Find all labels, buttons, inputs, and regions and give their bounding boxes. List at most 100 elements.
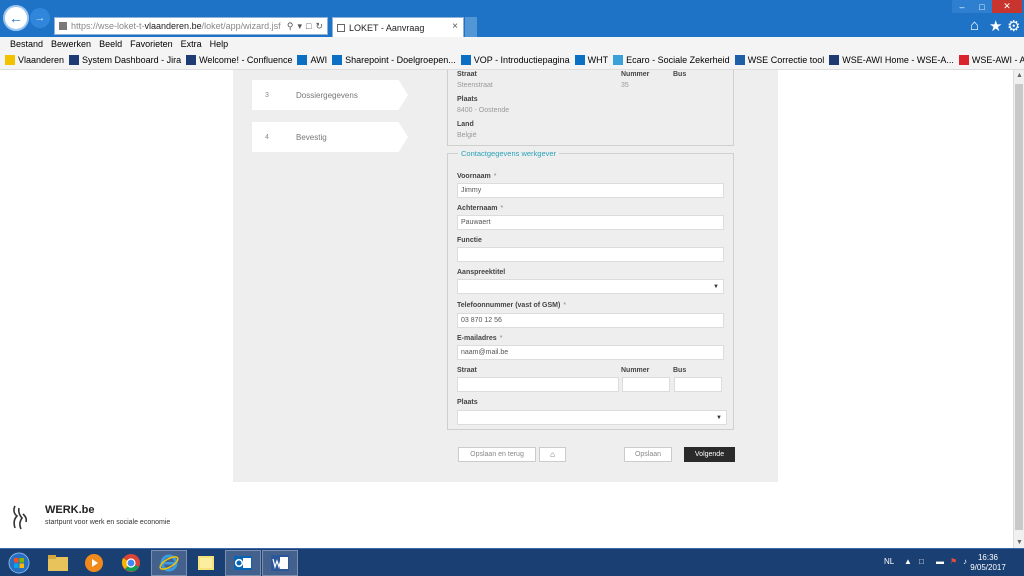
functie-label: Functie [457,237,482,244]
favorite-link[interactable]: WSE-AWI - Agile Board - ... [958,55,1024,65]
telefoon-label-text: Telefoonnummer (vast of GSM) [457,302,561,309]
menu-item-extra[interactable]: Extra [181,39,202,49]
favorite-link[interactable]: Sharepoint - Doelgroepen... [332,55,456,65]
taskbar-internet-explorer[interactable] [151,550,187,576]
taskbar-clock[interactable]: 16:36 9/05/2017 [966,553,1010,573]
taskbar-chrome[interactable] [113,550,149,576]
aanspreektitel-select[interactable]: ▼ [457,279,724,294]
star-icon[interactable]: ★ [989,17,1002,35]
contact-plaats-label: Plaats [457,399,478,406]
lock-icon[interactable]: □ [306,21,311,32]
required-mark: * [499,335,503,342]
favorite-link[interactable]: WHT [574,55,609,65]
window-maximize-button[interactable]: □ [972,0,992,13]
tray-expand-icon[interactable]: ▲ [904,557,912,566]
url-domain: vlaanderen.be [144,21,202,31]
menu-item-beeld[interactable]: Beeld [99,39,122,49]
favorite-label: WHT [587,55,609,65]
folder-icon [48,555,68,571]
next-button[interactable]: Volgende [684,447,735,462]
favorite-link[interactable]: Ecaro - Sociale Zekerheid [613,55,730,65]
menu-item-help[interactable]: Help [210,39,229,49]
taskbar-media-player[interactable] [76,550,112,576]
contact-legend: Contactgegevens werkgever [458,149,560,158]
window-close-button[interactable]: ✕ [992,0,1022,13]
achternaam-input[interactable]: Pauwaert [457,215,724,230]
voornaam-label-text: Voornaam [457,173,491,180]
voornaam-label: Voornaam * [457,173,496,180]
address-section: Straat Nummer Bus Steenstraat 35 Plaats … [447,70,734,146]
refresh-icon[interactable]: ↻ [315,21,323,32]
wizard-step-dossiergegevens[interactable]: 3 Dossiergegevens [252,80,408,110]
action-center-icon[interactable]: ⚑ [950,557,957,566]
contact-nummer-input[interactable] [622,377,670,392]
save-and-back-button[interactable]: Opslaan en terug [458,447,536,462]
nummer-label: Nummer [621,71,650,78]
language-indicator[interactable]: NL [884,557,894,566]
back-button[interactable]: ← [3,5,29,31]
tab-title: LOKET - Aanvraag [349,22,425,33]
favorite-link[interactable]: Welcome! - Confluence [186,55,292,65]
straat-value: Steenstraat [457,82,493,89]
functie-input[interactable] [457,247,724,262]
favorite-label: AWI [310,55,328,65]
lion-logo-icon [13,505,28,530]
footer-title[interactable]: WERK.be [45,504,95,516]
menu-item-bestand[interactable]: Bestand [10,39,43,49]
contact-section: Contactgegevens werkgever Voornaam * Jimm… [447,149,734,430]
favorite-label: Vlaanderen [18,55,65,65]
save-button[interactable]: Opslaan [624,447,672,462]
favorite-link[interactable]: WSE Correctie tool [734,55,824,65]
tab-loket-aanvraag[interactable]: LOKET - Aanvraag × [332,17,464,37]
tab-close-icon[interactable]: × [452,21,458,32]
scroll-down-icon[interactable]: ▼ [1016,539,1023,546]
email-input[interactable]: naam@mail.be [457,345,724,360]
dropdown-icon[interactable]: ▾ [297,21,302,32]
favorite-link[interactable]: Vlaanderen [5,55,64,65]
telefoon-input[interactable]: 03 870 12 56 [457,313,724,328]
land-value: België [457,132,477,139]
sharepoint-icon [332,55,343,65]
wizard-step-bevestig[interactable]: 4 Bevestig [252,122,408,152]
contact-bus-input[interactable] [674,377,722,392]
new-tab-button[interactable] [465,17,477,37]
search-icon[interactable]: ⚲ [287,21,294,32]
taskbar-sticky-notes[interactable] [188,550,224,576]
gear-icon[interactable]: ⚙ [1007,17,1020,35]
scroll-up-icon[interactable]: ▲ [1016,72,1023,79]
voornaam-input[interactable]: Jimmy [457,183,724,198]
contact-bus-label: Bus [673,367,687,374]
ecaro-icon [613,55,624,65]
favorite-link[interactable]: AWI [297,55,327,65]
step-number: 3 [265,91,269,99]
browser-titlebar: ← → https://wse-loket-t-vlaanderen.be/lo… [0,0,1024,37]
menu-item-bewerken[interactable]: Bewerken [51,39,91,49]
address-bar[interactable]: https://wse-loket-t-vlaanderen.be/loket/… [54,17,328,35]
favorite-label: WSE-AWI - Agile Board - ... [971,55,1024,65]
footer-subtitle: startpunt voor werk en sociale economie [45,519,171,526]
start-button[interactable] [4,551,34,575]
favorite-link[interactable]: WSE-AWI Home - WSE-A... [829,55,954,65]
menu-item-favorieten[interactable]: Favorieten [130,39,173,49]
home-icon[interactable]: ⌂ [970,17,979,34]
contact-straat-input[interactable] [457,377,619,392]
taskbar-explorer[interactable] [40,550,76,576]
required-mark: * [493,173,497,180]
url-text[interactable]: https://wse-loket-t-vlaanderen.be/loket/… [71,21,287,31]
favorite-link[interactable]: VOP - Introductiepagina [460,55,570,65]
aanspreektitel-label: Aanspreektitel [457,269,506,276]
favorite-link[interactable]: System Dashboard - Jira [69,55,181,65]
forward-button[interactable]: → [30,8,50,28]
signal-icon[interactable]: ▬ [936,557,944,566]
caret-down-icon: ▼ [716,415,722,421]
home-button[interactable]: ⌂ [539,447,566,462]
contact-plaats-select[interactable]: ▼ [457,410,727,425]
network-icon[interactable]: □ [919,557,924,566]
window-minimize-button[interactable]: – [952,0,972,13]
taskbar-outlook[interactable] [225,550,261,576]
achternaam-label: Achternaam * [457,205,503,212]
scrollbar-thumb[interactable] [1015,84,1023,530]
taskbar-word[interactable] [262,550,298,576]
plaats-value: 8400 - Oostende [457,107,510,114]
vertical-scrollbar[interactable]: ▲ ▼ [1013,70,1024,548]
